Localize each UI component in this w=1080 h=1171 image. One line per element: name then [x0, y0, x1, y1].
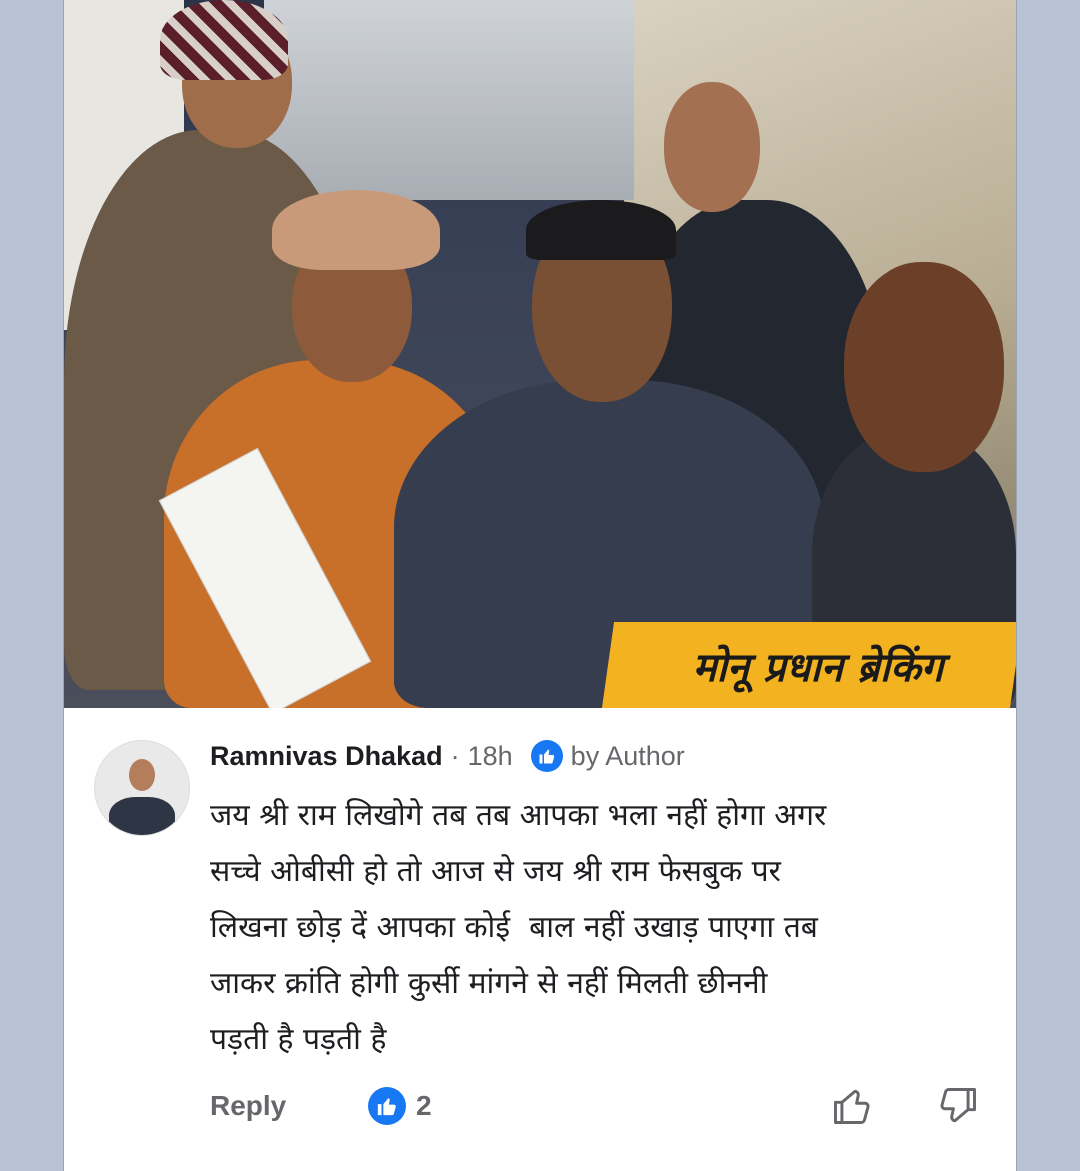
- comment-time[interactable]: 18h: [468, 741, 513, 772]
- news-photo: [64, 0, 1016, 708]
- avatar-face: [129, 759, 155, 791]
- comment-header: Ramnivas Dhakad · 18h by Author: [210, 736, 685, 776]
- post-frame: मोनू प्रधान ब्रेकिंग Ramnivas Dhakad · 1…: [64, 0, 1016, 1171]
- avatar-torso: [109, 797, 175, 835]
- person-right-front-head: [844, 262, 1004, 472]
- thumbs-down-outline-icon[interactable]: [936, 1084, 980, 1128]
- thumbs-up-icon: [368, 1087, 406, 1125]
- news-banner-text: मोनू प्रधान ब्रेकिंग: [692, 644, 944, 691]
- comment-actions: Reply 2: [210, 1084, 1000, 1128]
- reaction-summary[interactable]: 2: [368, 1084, 432, 1128]
- person-center-speaker-hair: [526, 200, 676, 260]
- avatar[interactable]: [94, 740, 190, 836]
- comment-text: जय श्री राम लिखोगे तब तब आपका भला नहीं ह…: [210, 798, 827, 1057]
- author-name[interactable]: Ramnivas Dhakad: [210, 741, 443, 772]
- person-orange-vest-turban: [272, 190, 440, 270]
- like-count: 2: [416, 1090, 432, 1121]
- header-separator: ·: [450, 740, 460, 771]
- author-badge: by Author: [570, 740, 685, 771]
- comment-card: Ramnivas Dhakad · 18h by Author जय श्री …: [64, 708, 1016, 1171]
- person-left-back-scarf: [160, 0, 288, 80]
- photo-ceiling: [264, 0, 634, 200]
- reply-button[interactable]: Reply: [210, 1084, 286, 1128]
- person-right-back-head: [664, 82, 760, 212]
- thumbs-up-icon: [530, 740, 563, 772]
- thumbs-up-outline-icon[interactable]: [830, 1084, 874, 1128]
